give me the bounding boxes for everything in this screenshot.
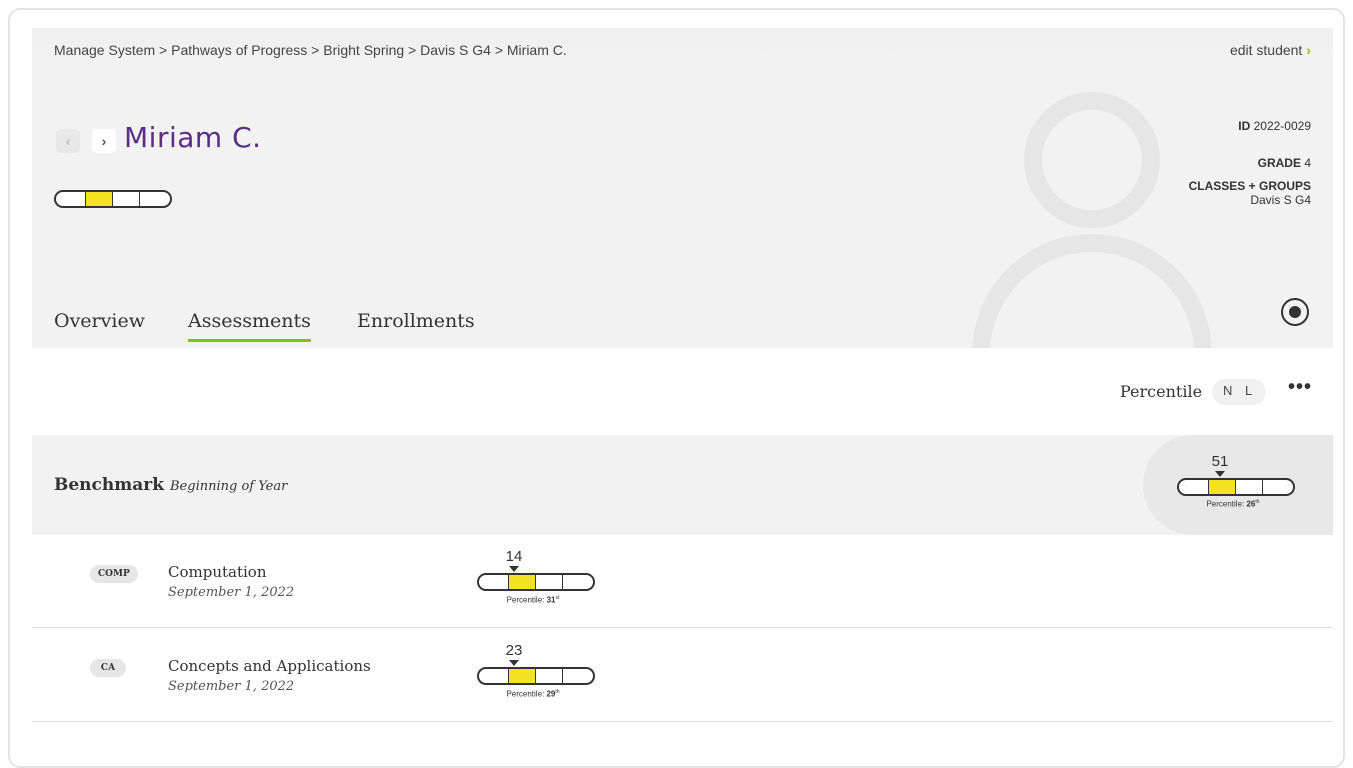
gauge-divider bbox=[535, 669, 536, 683]
benchmark-header: Benchmark Beginning of Year 51 Percentile… bbox=[32, 435, 1333, 535]
gauge-divider bbox=[112, 192, 113, 206]
score-pointer-icon bbox=[1215, 471, 1225, 477]
gauge-divider bbox=[535, 575, 536, 589]
assessment-row[interactable]: CA Concepts and Applications September 1… bbox=[32, 629, 1333, 722]
edit-student-label: edit student bbox=[1229, 42, 1303, 58]
previous-student-button[interactable]: ‹ bbox=[56, 129, 80, 153]
classes-value: Davis S G4 bbox=[1250, 193, 1311, 207]
measure-score: 23 bbox=[505, 642, 523, 659]
gauge-divider bbox=[562, 575, 564, 589]
score-pointer-icon bbox=[509, 566, 519, 572]
benchmark-level-gauge bbox=[1177, 478, 1295, 496]
measure-level-gauge bbox=[477, 667, 595, 685]
score-pointer-icon bbox=[509, 660, 519, 666]
gauge-divider bbox=[507, 669, 509, 683]
more-options-icon[interactable]: ••• bbox=[1288, 376, 1312, 399]
avatar-placeholder-body bbox=[972, 234, 1212, 348]
percentile-value: 31 bbox=[546, 595, 556, 605]
measure-badge: CA bbox=[90, 659, 126, 677]
gauge-fill bbox=[85, 192, 113, 206]
measure-date: September 1, 2022 bbox=[168, 585, 295, 600]
student-header: Manage System > Pathways of Progress > B… bbox=[32, 28, 1333, 348]
assessment-row[interactable]: COMP Computation September 1, 2022 14 Pe… bbox=[32, 535, 1333, 628]
gauge-divider bbox=[1207, 480, 1209, 494]
tab-assessments[interactable]: Assessments bbox=[188, 310, 311, 342]
gauge-fill bbox=[508, 575, 536, 589]
id-value: 2022-0029 bbox=[1253, 119, 1311, 133]
percentile-label: Percentile: bbox=[1206, 499, 1245, 509]
percentile-label: Percentile: bbox=[506, 595, 545, 605]
id-label: ID bbox=[1238, 119, 1251, 133]
measure-percentile: Percentile: 29th bbox=[473, 689, 593, 699]
measure-badge: COMP bbox=[90, 565, 138, 583]
benchmark-score-pill: 51 Percentile: 26th bbox=[1143, 435, 1333, 535]
gauge-divider bbox=[507, 575, 509, 589]
percentile-suffix: th bbox=[1255, 499, 1260, 505]
percentile-suffix: th bbox=[555, 689, 560, 695]
measure-score: 14 bbox=[505, 548, 523, 565]
toggle-n[interactable]: N bbox=[1223, 383, 1232, 398]
percentile-label: Percentile bbox=[1120, 382, 1203, 401]
tab-enrollments[interactable]: Enrollments bbox=[357, 310, 475, 332]
avatar-placeholder-head bbox=[1024, 92, 1160, 228]
breadcrumb[interactable]: Manage System > Pathways of Progress > B… bbox=[54, 42, 567, 58]
benchmark-subtitle: Beginning of Year bbox=[170, 479, 288, 494]
grade-value: 4 bbox=[1304, 156, 1311, 170]
gauge-fill bbox=[508, 669, 536, 683]
classes-label: CLASSES + GROUPS bbox=[1188, 179, 1311, 193]
chevron-right-icon: › bbox=[1306, 42, 1311, 58]
measure-title: Computation bbox=[168, 563, 267, 581]
gauge-divider bbox=[1235, 480, 1236, 494]
gauge-divider bbox=[562, 669, 564, 683]
student-classes: CLASSES + GROUPS Davis S G4 bbox=[1189, 179, 1311, 207]
benchmark-title: Benchmark Beginning of Year bbox=[54, 475, 287, 495]
percentile-suffix: st bbox=[555, 595, 560, 601]
edit-student-link[interactable]: edit student › bbox=[1230, 42, 1311, 58]
benchmark-score: 51 bbox=[1211, 453, 1229, 470]
grade-label: GRADE bbox=[1257, 156, 1301, 170]
next-student-button[interactable]: › bbox=[92, 129, 116, 153]
tab-overview[interactable]: Overview bbox=[54, 310, 145, 332]
gauge-divider bbox=[84, 192, 86, 206]
student-id: ID 2022-0029 bbox=[1238, 119, 1311, 133]
norm-toggle[interactable]: N L bbox=[1212, 379, 1266, 405]
target-icon[interactable] bbox=[1281, 298, 1309, 326]
measure-percentile: Percentile: 31st bbox=[473, 595, 593, 605]
benchmark-title-text: Benchmark bbox=[54, 475, 164, 495]
benchmark-percentile: Percentile: 26th bbox=[1173, 499, 1293, 509]
gauge-fill bbox=[1208, 480, 1236, 494]
measure-date: September 1, 2022 bbox=[168, 679, 295, 694]
student-level-gauge bbox=[54, 190, 172, 208]
gauge-divider bbox=[1262, 480, 1264, 494]
student-name: Miriam C. bbox=[124, 121, 262, 154]
measure-level-gauge bbox=[477, 573, 595, 591]
gauge-divider bbox=[139, 192, 141, 206]
percentile-label: Percentile: bbox=[506, 689, 545, 699]
student-grade: GRADE 4 bbox=[1258, 156, 1311, 170]
toggle-l[interactable]: L bbox=[1245, 383, 1252, 398]
measure-title: Concepts and Applications bbox=[168, 657, 371, 675]
